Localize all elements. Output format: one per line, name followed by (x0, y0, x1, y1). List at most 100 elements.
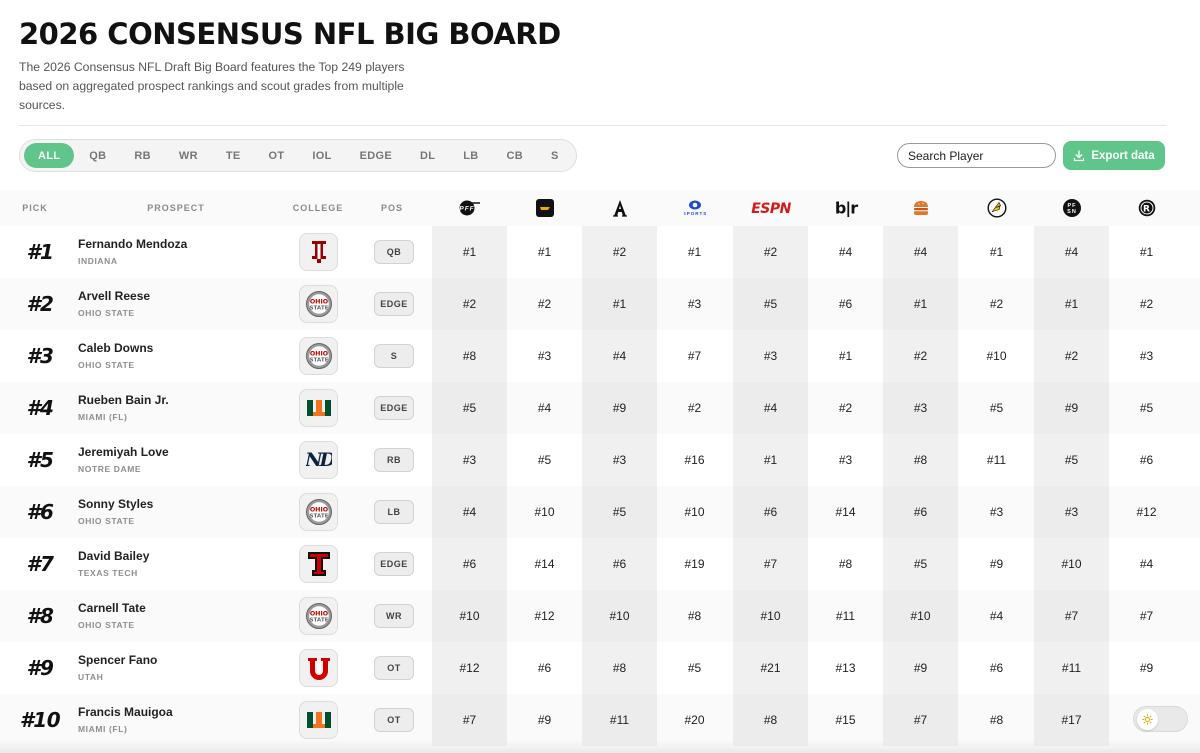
prospect-college: MIAMI (FL) (78, 412, 128, 422)
table-row[interactable]: #1 Fernando Mendoza INDIANA QB #1 #1 #2 #1 #2 #4 #… (0, 226, 1200, 278)
cbs-sports-logo-icon[interactable]: SPORTS (657, 190, 732, 226)
prospect-name[interactable]: Jeremiyah Love (78, 445, 169, 460)
rank-cell: #3 (1034, 486, 1109, 538)
rank-cell: #4 (537, 401, 552, 415)
prospect-name[interactable]: Caleb Downs (78, 341, 153, 356)
prospect-cell: Sonny Styles OHIO STATE (78, 497, 153, 526)
prospect-cell: Rueben Bain Jr. MIAMI (FL) (78, 393, 169, 422)
rank-cell: #1 (989, 245, 1004, 259)
table-row[interactable]: #9 Spencer Fano UTAH OT #12 #6 #8 #5 #21 #13 #9 #6 #… (0, 642, 1200, 694)
rank-cell: #7 (883, 694, 958, 746)
rank-cell: #6 (432, 538, 507, 590)
prospect-name[interactable]: Sonny Styles (78, 497, 153, 512)
prospect-name[interactable]: Spencer Fano (78, 653, 157, 668)
prospect-name[interactable]: Francis Mauigoa (78, 705, 173, 720)
prospect-name[interactable]: David Bailey (78, 549, 149, 564)
athletic-logo-icon[interactable] (582, 190, 657, 226)
column-header-pos[interactable]: POS (372, 190, 412, 226)
table-row[interactable]: #8 Carnell Tate OHIO STATE OHIO STATE WR #10 #1… (0, 590, 1200, 642)
rank-cell: #8 (733, 694, 808, 746)
filter-iol[interactable]: IOL (299, 143, 344, 168)
prospect-college: OHIO STATE (78, 516, 135, 526)
rank-cell: #6 (733, 486, 808, 538)
rank-cell: #3 (883, 382, 958, 434)
ringer-logo-icon[interactable]: R (1109, 190, 1184, 226)
table-row[interactable]: #10 Francis Mauigoa MIAMI (FL) OT #7 #9 #11 #20… (0, 694, 1200, 746)
rank-cell: #2 (432, 278, 507, 330)
column-header-pick[interactable]: PICK (20, 190, 50, 226)
rank-cell: #2 (687, 401, 702, 415)
rank-cell: #9 (582, 382, 657, 434)
position-badge: WR (374, 604, 414, 628)
svg-text:ESPN: ESPN (751, 201, 791, 215)
rank-cell: #3 (733, 330, 808, 382)
filter-lb[interactable]: LB (450, 143, 491, 168)
dk-logo-icon[interactable] (507, 190, 582, 226)
filter-ot[interactable]: OT (256, 143, 298, 168)
utah-logo-icon (299, 649, 338, 687)
filter-cb[interactable]: CB (494, 143, 537, 168)
prospect-college: INDIANA (78, 256, 118, 266)
rank-cell: #1 (687, 245, 702, 259)
prospect-name[interactable]: Carnell Tate (78, 601, 146, 616)
filter-s[interactable]: S (538, 143, 572, 168)
bleacher-report-logo-icon[interactable]: b|r (808, 190, 883, 226)
rank-cell: #6 (1139, 453, 1154, 467)
rank-cell: #10 (432, 590, 507, 642)
pfsn-logo-icon[interactable]: PF SN (1034, 190, 1109, 226)
indiana-logo-icon (299, 233, 338, 271)
position-filter-bar: ALL QB RB WR TE OT IOL EDGE DL LB CB S (19, 139, 577, 172)
espn-logo-icon[interactable]: ESPN (733, 190, 808, 226)
rank-cell: #11 (1034, 642, 1109, 694)
prospect-cell: David Bailey TEXAS TECH (78, 549, 149, 578)
rank-cell: #5 (687, 661, 702, 675)
rank-cell: #21 (733, 642, 808, 694)
table-row[interactable]: #7 David Bailey TEXAS TECH EDGE #6 #14 #6 #19 #7… (0, 538, 1200, 590)
rank-cell: #11 (582, 694, 657, 746)
rank-cell: #4 (733, 382, 808, 434)
svg-text:ND: ND (306, 449, 332, 471)
svg-text:STATE: STATE (309, 358, 328, 364)
table-row[interactable]: #5 Jeremiyah Love NOTRE DAME ND RB #3 #5 #3 #16 #… (0, 434, 1200, 486)
texas-tech-logo-icon (299, 545, 338, 583)
prospect-cell: Spencer Fano UTAH (78, 653, 157, 682)
ohio-state-logo-icon: OHIO STATE (299, 285, 338, 323)
filter-qb[interactable]: QB (76, 143, 119, 168)
pick-number: #7 (26, 552, 54, 576)
svg-text:PFF: PFF (459, 206, 474, 213)
rank-cell: #4 (989, 609, 1004, 623)
table-row[interactable]: #4 Rueben Bain Jr. MIAMI (FL) EDGE #5 #4 #9 #2 #… (0, 382, 1200, 434)
filter-wr[interactable]: WR (166, 143, 211, 168)
column-header-prospect[interactable]: PROSPECT (126, 190, 226, 226)
filter-rb[interactable]: RB (121, 143, 164, 168)
filter-dl[interactable]: DL (407, 143, 448, 168)
filter-edge[interactable]: EDGE (347, 143, 405, 168)
export-data-button[interactable]: Export data (1063, 141, 1165, 170)
rank-cell: #3 (838, 453, 853, 467)
table-row[interactable]: #2 Arvell Reese OHIO STATE OHIO STATE EDGE #2 #… (0, 278, 1200, 330)
column-header-college[interactable]: COLLEGE (289, 190, 347, 226)
svg-text:b|r: b|r (834, 199, 857, 217)
filter-te[interactable]: TE (213, 143, 254, 168)
rank-cell: #7 (1139, 609, 1154, 623)
rank-cell: #13 (835, 661, 856, 675)
prospect-name[interactable]: Rueben Bain Jr. (78, 393, 169, 408)
ohio-state-logo-icon: OHIO STATE (299, 597, 338, 635)
filter-all[interactable]: ALL (24, 143, 75, 168)
burger-logo-icon[interactable] (883, 190, 958, 226)
rank-cell: #9 (1034, 382, 1109, 434)
position-badge: EDGE (374, 552, 414, 576)
rank-cell: #9 (537, 713, 552, 727)
miami-logo-icon (299, 389, 338, 427)
search-player-input[interactable] (897, 143, 1056, 168)
table-row[interactable]: #3 Caleb Downs OHIO STATE OHIO STATE S #8 #3 #4 #… (0, 330, 1200, 382)
prospect-name[interactable]: Fernando Mendoza (78, 237, 187, 252)
prospect-college: NOTRE DAME (78, 464, 142, 474)
theme-toggle[interactable] (1133, 706, 1188, 732)
pff-logo-icon[interactable]: PFF (432, 190, 507, 226)
prospect-college: MIAMI (FL) (78, 724, 128, 734)
prospect-name[interactable]: Arvell Reese (78, 289, 150, 304)
ohio-state-logo-icon: OHIO STATE (299, 337, 338, 375)
table-row[interactable]: #6 Sonny Styles OHIO STATE OHIO STATE LB #4 #10… (0, 486, 1200, 538)
bird-logo-icon[interactable] (959, 190, 1034, 226)
